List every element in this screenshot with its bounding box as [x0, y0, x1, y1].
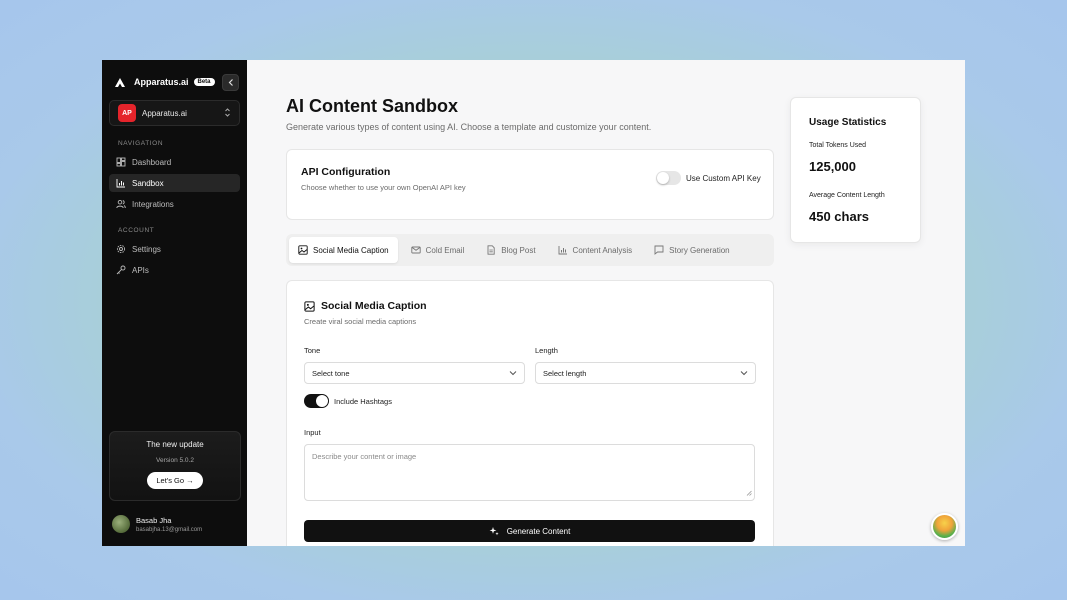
social-media-caption-form: Social Media Caption Create viral social… [286, 280, 774, 546]
tokens-value: 125,000 [809, 159, 856, 174]
sidebar-item-label: Dashboard [132, 157, 172, 167]
gear-icon [116, 244, 126, 254]
chevron-up-down-icon [224, 104, 231, 122]
image-icon [298, 245, 308, 255]
floating-assistant-button[interactable] [931, 513, 958, 540]
template-tabs: Social Media Caption Cold Email Blog Pos… [286, 234, 774, 266]
update-version: Version 5.0.2 [156, 457, 194, 464]
sidebar-item-integrations[interactable]: Integrations [109, 195, 240, 213]
org-name: Apparatus.ai [142, 108, 187, 118]
api-config-title: API Configuration [301, 166, 391, 178]
sidebar-item-apis[interactable]: APIs [109, 261, 240, 279]
user-profile[interactable]: Basab Jha basabjha.13@gmail.com [112, 515, 202, 533]
toggle-knob [657, 172, 669, 184]
update-title: The new update [146, 440, 204, 449]
content-input[interactable]: Describe your content or image [304, 444, 755, 501]
mail-icon [410, 245, 421, 255]
user-meta: Basab Jha basabjha.13@gmail.com [136, 516, 202, 533]
tab-label: Content Analysis [572, 245, 633, 255]
form-subtitle: Create viral social media captions [304, 317, 417, 326]
toggle-knob [316, 395, 328, 407]
collapse-sidebar-button[interactable] [222, 73, 239, 91]
account-section-label: ACCOUNT [118, 227, 155, 234]
length-label: Length [535, 346, 558, 355]
tone-select-value: Select tone [312, 368, 350, 378]
sidebar-item-label: Settings [132, 244, 161, 254]
update-card: The new update Version 5.0.2 Let's Go → [109, 431, 241, 501]
sidebar-item-settings[interactable]: Settings [109, 240, 240, 258]
api-config-description: Choose whether to use your own OpenAI AP… [301, 183, 466, 192]
stats-title: Usage Statistics [809, 117, 887, 128]
main-content: AI Content Sandbox Generate various type… [247, 60, 965, 546]
bar-chart-icon [558, 245, 568, 255]
custom-api-key-toggle[interactable] [656, 171, 681, 185]
avg-length-label: Average Content Length [809, 192, 885, 199]
nav-section-label: NAVIGATION [118, 140, 164, 147]
chevron-down-icon [740, 369, 748, 378]
generate-button-label: Generate Content [506, 526, 571, 536]
sparkles-icon [489, 526, 499, 536]
tab-label: Story Generation [669, 245, 730, 255]
content-input-placeholder: Describe your content or image [312, 452, 417, 461]
form-title: Social Media Caption [304, 300, 427, 312]
users-icon [116, 199, 126, 209]
tab-label: Cold Email [425, 245, 465, 255]
resize-grip-icon[interactable] [746, 489, 752, 498]
tab-cold-email[interactable]: Cold Email [402, 237, 474, 263]
tokens-label: Total Tokens Used [809, 142, 867, 149]
sidebar-item-sandbox[interactable]: Sandbox [109, 174, 240, 192]
length-select[interactable]: Select length [535, 362, 756, 384]
sidebar-item-label: Sandbox [132, 178, 164, 188]
custom-api-key-label: Use Custom API Key [686, 174, 761, 183]
api-config-card: API Configuration Choose whether to use … [286, 149, 774, 220]
chevron-left-icon [228, 78, 233, 86]
input-label: Input [304, 428, 321, 437]
org-switcher[interactable]: AP Apparatus.ai [109, 100, 240, 126]
org-avatar: AP [118, 104, 136, 122]
lets-go-button[interactable]: Let's Go → [147, 472, 203, 489]
page-subtitle: Generate various types of content using … [286, 122, 652, 132]
brand-name: Apparatus.ai [134, 77, 189, 87]
include-hashtags-label: Include Hashtags [334, 397, 392, 406]
image-icon [304, 300, 315, 312]
form-title-text: Social Media Caption [321, 300, 427, 312]
user-email: basabjha.13@gmail.com [136, 526, 203, 533]
tone-label: Tone [304, 346, 321, 355]
tab-social-media-caption[interactable]: Social Media Caption [289, 237, 398, 263]
user-name: Basab Jha [136, 515, 172, 525]
sidebar-header: Apparatus.ai Beta [102, 60, 247, 94]
tab-content-analysis[interactable]: Content Analysis [549, 237, 642, 263]
avatar [112, 515, 130, 533]
tone-select[interactable]: Select tone [304, 362, 525, 384]
include-hashtags-toggle[interactable] [304, 394, 329, 408]
tab-story-generation[interactable]: Story Generation [645, 237, 738, 263]
tab-label: Social Media Caption [313, 245, 389, 255]
key-icon [116, 265, 126, 275]
chat-icon [654, 245, 664, 255]
dashboard-icon [116, 157, 126, 167]
avg-length-value: 450 chars [809, 209, 869, 224]
bar-chart-icon [116, 178, 126, 188]
tab-label: Blog Post [501, 245, 536, 255]
sidebar-item-dashboard[interactable]: Dashboard [109, 153, 240, 171]
sidebar: Apparatus.ai Beta AP Apparatus.ai NAVIGA… [102, 60, 247, 546]
chevron-down-icon [509, 369, 517, 378]
beta-badge: Beta [193, 78, 215, 86]
sidebar-item-label: Integrations [132, 199, 174, 209]
generate-content-button[interactable]: Generate Content [304, 520, 755, 542]
length-select-value: Select length [543, 368, 587, 378]
sidebar-item-label: APIs [132, 265, 149, 275]
usage-statistics-card: Usage Statistics Total Tokens Used 125,0… [790, 97, 921, 243]
app-window: Apparatus.ai Beta AP Apparatus.ai NAVIGA… [102, 60, 965, 546]
tab-blog-post[interactable]: Blog Post [477, 237, 544, 263]
page-title: AI Content Sandbox [286, 96, 458, 116]
logo-icon [114, 76, 126, 88]
document-icon [486, 245, 496, 255]
